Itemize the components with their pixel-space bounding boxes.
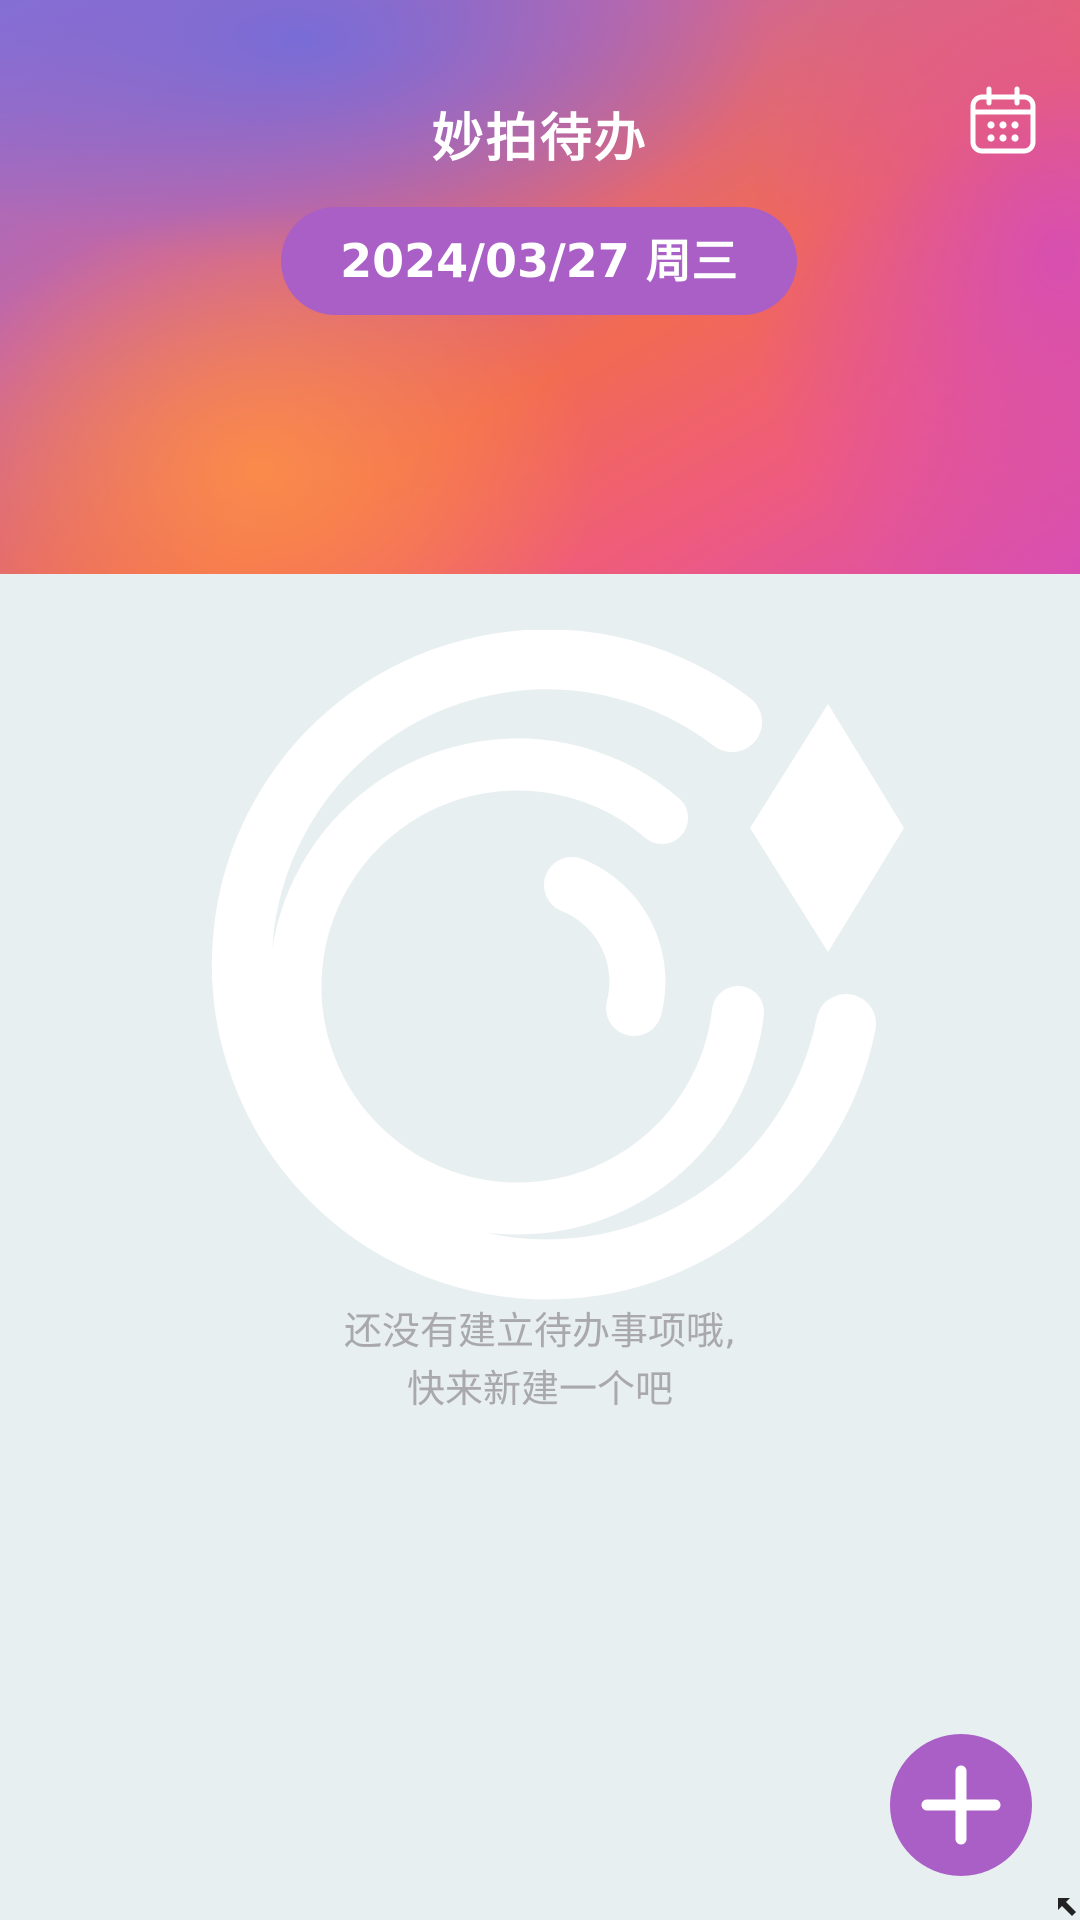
date-selector[interactable]: 2024/03/27 周三 bbox=[281, 207, 797, 315]
resize-corner-icon bbox=[1058, 1898, 1076, 1916]
calendar-icon bbox=[970, 86, 1036, 154]
empty-state-message: 还没有建立待办事项哦, 快来新建一个吧 bbox=[0, 1302, 1080, 1418]
app-title: 妙拍待办 bbox=[431, 109, 648, 169]
empty-message-line-1: 还没有建立待办事项哦, bbox=[343, 1309, 737, 1353]
plus-icon bbox=[921, 1765, 1001, 1845]
empty-message-line-2: 快来新建一个吧 bbox=[406, 1367, 673, 1411]
add-todo-button[interactable] bbox=[890, 1734, 1032, 1876]
empty-camera-icon bbox=[211, 630, 904, 1300]
header: 妙拍待办 2024/03/27 周三 bbox=[0, 0, 1080, 574]
calendar-button[interactable] bbox=[968, 86, 1040, 158]
